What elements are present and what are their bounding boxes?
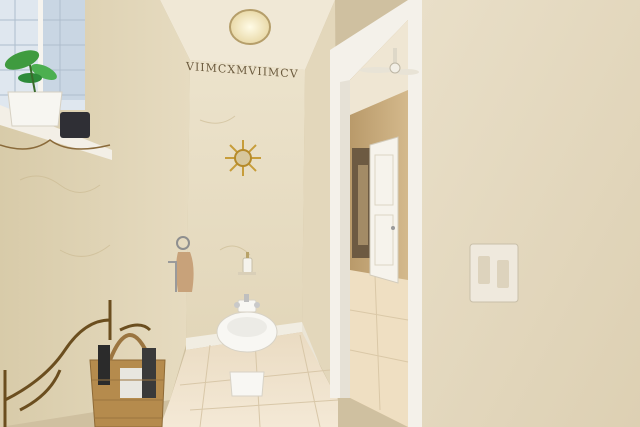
door-knob-icon <box>391 226 395 230</box>
light-switch-icon <box>469 243 519 303</box>
dark-decor-jar <box>60 112 90 138</box>
shelf <box>238 272 256 275</box>
right-wall <box>422 0 640 427</box>
sunburst-mirror-icon <box>225 140 261 176</box>
bathroom-photo <box>0 0 640 427</box>
interior-door <box>369 136 399 284</box>
pocket-door-edge <box>340 80 350 398</box>
ceiling-light-icon <box>229 9 271 45</box>
